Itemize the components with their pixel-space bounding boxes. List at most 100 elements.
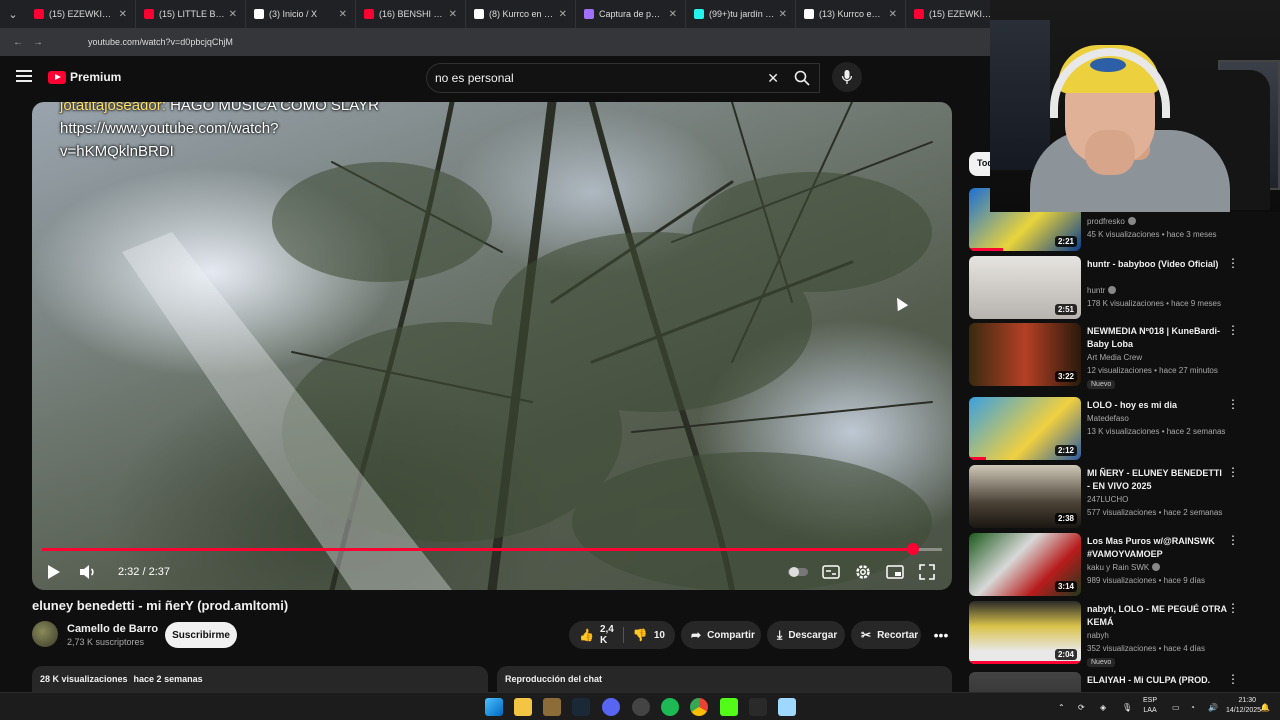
browser-tab[interactable]: (15) EZEWKIEL - ✕ [26,0,136,28]
system-clock[interactable]: 21:30 14/12/2025 [1226,696,1261,716]
volume-button[interactable] [76,560,100,584]
recommendation-item[interactable]: 2:51 huntr - babyboo (Video Oficial) huntr… [969,256,1269,320]
recommendation-channel[interactable]: Art Media Crew [1087,353,1142,362]
chrome-icon[interactable] [690,698,708,716]
settings-button[interactable] [851,560,875,584]
recommendation-channel[interactable]: prodfresko [1087,217,1136,226]
play-button[interactable] [42,560,66,584]
recommendation-title[interactable]: huntr - babyboo (Video Oficial) [1087,258,1227,271]
tray-shield-icon[interactable]: ◈ [1100,693,1106,720]
subscribe-button[interactable]: Suscribirme [165,622,237,648]
browser-tab[interactable]: Captura de pantalla ✕ [576,0,686,28]
recommendation-item[interactable]: 3:14 Los Mas Puros w/@RAINSWK #VAMOYVAMOE… [969,533,1269,597]
share-button[interactable]: ➦ Compartir [681,621,761,649]
file-explorer-icon[interactable] [514,698,532,716]
video-thumbnail[interactable]: 2:12 [969,397,1081,460]
more-options-icon[interactable]: ⋮ [1227,533,1239,547]
tray-mic-icon[interactable]: 🎙 [1122,693,1132,720]
recommendation-channel[interactable]: 247LUCHO [1087,495,1128,504]
video-thumbnail[interactable]: 3:14 [969,533,1081,596]
browser-tab[interactable]: (15) LITTLE BOOG ✕ [136,0,246,28]
channel-avatar[interactable] [32,621,58,647]
download-button[interactable]: ⤓ Descargar [767,621,845,649]
forward-arrow-icon[interactable]: → [28,37,48,48]
clear-search-icon[interactable]: ✕ [767,70,779,87]
video-thumbnail[interactable]: 3:22 [969,323,1081,386]
recommendation-item[interactable]: 2:04 nabyh, LOLO - ME PEGUÉ OTRA KEMÁ naby… [969,601,1269,667]
recommendation-channel[interactable]: Matedefaso [1087,414,1129,423]
chat-replay-box[interactable]: Reproducción del chat [497,666,952,692]
discord-icon[interactable] [602,698,620,716]
tab-close-icon[interactable]: ✕ [889,9,897,20]
tray-app-icon[interactable]: ⟳ [1078,693,1085,720]
tab-close-icon[interactable]: ✕ [559,9,567,20]
spotify-icon[interactable] [661,698,679,716]
tray-chevron-icon[interactable]: ⌃ [1058,693,1065,720]
clip-button[interactable]: ✂ Recortar [851,621,921,649]
more-options-icon[interactable]: ⋮ [1227,601,1239,615]
back-arrow-icon[interactable]: ← [8,37,28,48]
more-actions-icon[interactable]: ••• [928,621,954,649]
thumbs-down-icon[interactable]: 👎 [633,628,648,642]
recommendation-title[interactable]: LOLO - hoy es mi dia [1087,399,1227,412]
tab-close-icon[interactable]: ✕ [119,9,127,20]
hamburger-menu-icon[interactable] [16,70,32,82]
recommendation-item[interactable]: 2:38 MI ÑERY - ELUNEY BENEDETTI - EN VIVO… [969,465,1269,529]
language-indicator[interactable]: ESP LAA [1143,696,1157,716]
more-options-icon[interactable]: ⋮ [1227,323,1239,337]
voice-search-button[interactable] [832,62,862,92]
channel-name[interactable]: Camello de Barro [67,623,158,635]
steam-icon[interactable] [572,698,590,716]
recommendation-channel[interactable]: nabyh [1087,631,1109,640]
recommendation-title[interactable]: ELAIYAH - Mi CULPA (PROD. [1087,674,1227,687]
tab-close-icon[interactable]: ✕ [779,9,787,20]
recommendation-title[interactable]: NEWMEDIA Nº018 | KuneBardi- Baby Loba [1087,325,1227,351]
browser-tab[interactable]: (99+)tu jardín con ✕ [686,0,796,28]
autoplay-toggle[interactable] [786,560,810,584]
browser-tab[interactable]: (13) Kurrco en X: " ✕ [796,0,906,28]
kick-icon[interactable] [720,698,738,716]
notification-bell-icon[interactable]: 🔔 [1260,693,1270,720]
tab-close-icon[interactable]: ✕ [229,9,237,20]
more-options-icon[interactable]: ⋮ [1227,397,1239,411]
speaker-icon[interactable]: 🔊 [1208,693,1218,720]
tab-list-chevron-icon[interactable]: ⌄ [0,0,26,28]
tab-close-icon[interactable]: ✕ [339,9,347,20]
tab-close-icon[interactable]: ✕ [449,9,457,20]
browser-tab[interactable]: (8) Kurrco en X: "f ✕ [466,0,576,28]
miniplayer-button[interactable] [883,560,907,584]
video-thumbnail[interactable]: 2:38 [969,465,1081,528]
notepad-icon[interactable] [778,698,796,716]
more-options-icon[interactable]: ⋮ [1227,672,1239,686]
network-icon[interactable]: ▭ [1172,693,1180,720]
dislike-count[interactable]: 10 [654,630,665,641]
start-menu-icon[interactable] [485,698,503,716]
recommendation-title[interactable]: MI ÑERY - ELUNEY BENEDETTI - EN VIVO 202… [1087,467,1227,493]
like-count[interactable]: 2,4 K [600,624,614,646]
fullscreen-button[interactable] [915,560,939,584]
captions-button[interactable] [819,560,843,584]
recommendation-item[interactable]: 2:12 LOLO - hoy es mi dia Matedefaso 13 K v… [969,397,1269,461]
recommendation-item[interactable]: 3:22 NEWMEDIA Nº018 | KuneBardi- Baby Lob… [969,323,1269,389]
search-input[interactable]: no es personal ✕ [426,63,820,93]
video-thumbnail[interactable]: 2:04 [969,601,1081,664]
wifi-icon[interactable]: ◔ [1190,693,1195,720]
browser-tab[interactable]: (3) Inicio / X ✕ [246,0,356,28]
video-thumbnail[interactable]: 2:51 [969,256,1081,319]
video-player[interactable]: v=hKMQklnBRDIsacksuu: jezlean: https://w… [32,102,952,590]
app-icon-1[interactable] [543,698,561,716]
browser-tab[interactable]: (16) BENSHI - PIC ✕ [356,0,466,28]
description-box[interactable]: 28 K visualizaciones hace 2 semanas [32,666,488,692]
obs-icon[interactable] [632,698,650,716]
progress-bar[interactable] [42,543,942,555]
url-text[interactable]: youtube.com/watch?v=d0pbcjqChjM [88,37,233,47]
recommendation-channel[interactable]: kaku y Rain SWK [1087,563,1161,572]
recommendation-title[interactable]: nabyh, LOLO - ME PEGUÉ OTRA KEMÁ [1087,603,1227,629]
thumbs-up-icon[interactable]: 👍 [579,628,594,642]
youtube-logo[interactable]: Premium [48,70,121,84]
more-options-icon[interactable]: ⋮ [1227,465,1239,479]
more-options-icon[interactable]: ⋮ [1227,256,1239,270]
epic-games-icon[interactable] [749,698,767,716]
search-button[interactable] [784,63,820,93]
tab-close-icon[interactable]: ✕ [669,9,677,20]
